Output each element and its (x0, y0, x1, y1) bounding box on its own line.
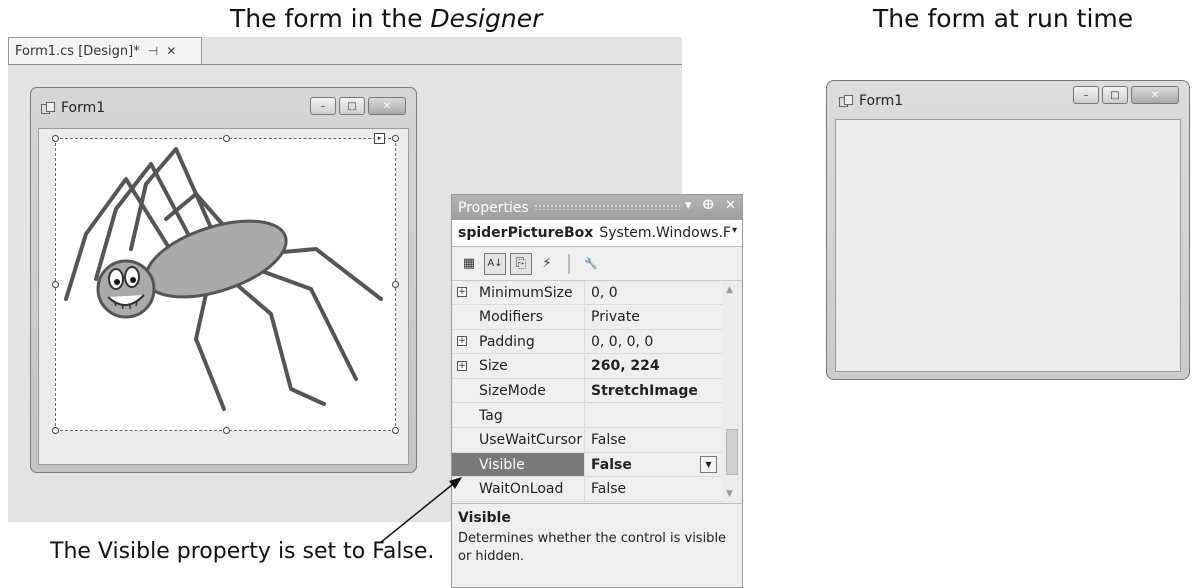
property-value[interactable]: False (585, 429, 722, 452)
title-grip (534, 204, 680, 210)
description-text: Determines whether the control is visibl… (458, 531, 727, 564)
property-row[interactable]: UseWaitCursor False (452, 428, 722, 453)
runtime-caption: The form at run time (873, 4, 1134, 33)
property-grid-scrollbar[interactable]: ▲ ▼ (722, 281, 742, 503)
property-row[interactable]: + Size 260, 224 (452, 354, 722, 379)
object-name: spiderPictureBox (458, 225, 594, 241)
minimize-button[interactable]: – (310, 97, 336, 115)
property-name: UseWaitCursor (452, 428, 585, 452)
properties-title: Properties (458, 199, 529, 216)
minimize-button[interactable]: – (1073, 86, 1099, 104)
object-type: System.Windows.F (599, 225, 731, 241)
maximize-button[interactable]: □ (1102, 86, 1128, 104)
resize-handle[interactable] (52, 135, 59, 142)
pin-icon[interactable]: ⊣ (148, 44, 158, 58)
close-icon[interactable]: ✕ (725, 198, 736, 213)
property-value[interactable]: Private (585, 306, 722, 329)
document-tab-label: Form1.cs [Design]* (15, 43, 140, 59)
runtime-form-title: Form1 (859, 93, 904, 109)
categorized-icon[interactable]: ▦ (458, 253, 480, 275)
runtime-title-bar: Form1 (839, 93, 903, 109)
annotation-caption: The Visible property is set to False. (50, 539, 435, 564)
property-name: Padding (452, 330, 585, 354)
runtime-form-window[interactable]: Form1 – □ ✕ (826, 80, 1190, 380)
property-row[interactable]: Modifiers Private (452, 305, 722, 330)
spider-image (64, 147, 383, 411)
property-name: MinimumSize (452, 281, 585, 304)
scroll-thumb[interactable] (726, 429, 738, 475)
properties-title-buttons: ▾ ⴲ ✕ (685, 198, 736, 213)
property-pages-icon[interactable]: 🔧 (580, 253, 602, 275)
tab-divider (8, 64, 682, 65)
resize-handle[interactable] (223, 135, 230, 142)
caption-buttons: – □ ✕ (310, 97, 406, 115)
property-name: Size (452, 354, 585, 378)
form-icon (41, 102, 55, 114)
property-name: Tag (452, 404, 585, 427)
property-row[interactable]: WaitOnLoad False (452, 477, 722, 502)
resize-handle[interactable] (392, 135, 399, 142)
resize-handle[interactable] (392, 427, 399, 434)
resize-handle[interactable] (223, 427, 230, 434)
alphabetical-icon[interactable]: A↓ (484, 252, 506, 275)
description-pane: Visible Determines whether the control i… (452, 503, 742, 572)
spider-picture-box[interactable]: ▸ (52, 133, 399, 434)
property-value[interactable]: 0, 0, 0, 0 (585, 330, 722, 353)
property-value[interactable]: 260, 224 (585, 355, 722, 378)
property-name: Modifiers (452, 305, 585, 329)
scroll-down-icon[interactable]: ▼ (726, 489, 733, 499)
property-grid: + MinimumSize 0, 0 Modifiers Private + Padding… (452, 281, 742, 503)
resize-handle[interactable] (52, 281, 59, 288)
toolbar-separator (568, 253, 570, 274)
form-icon (839, 95, 853, 107)
events-icon[interactable]: ⚡ (536, 253, 558, 275)
runtime-caption-buttons: – □ ✕ (1073, 86, 1179, 104)
property-name: Visible (452, 453, 585, 477)
form-client-area: ▸ (38, 128, 409, 465)
form-title-bar: Form1 (41, 100, 105, 116)
value-dropdown-button[interactable]: ▼ (700, 456, 717, 474)
dropdown-icon[interactable]: ▾ (685, 198, 692, 213)
close-button[interactable]: ✕ (368, 97, 406, 115)
property-value[interactable] (585, 404, 722, 427)
property-row[interactable]: SizeMode StretchImage (452, 379, 722, 404)
properties-toolbar: ▦ A↓ ⎘ ⚡ 🔧 (452, 247, 742, 281)
property-row[interactable]: + MinimumSize 0, 0 (452, 281, 722, 305)
property-name: WaitOnLoad (452, 477, 585, 501)
runtime-client-area (835, 119, 1181, 372)
close-icon[interactable]: ✕ (166, 44, 176, 58)
property-row[interactable]: Visible False ▼ (452, 453, 722, 478)
properties-window: Properties ▾ ⴲ ✕ spiderPictureBox System… (451, 194, 743, 588)
property-name: SizeMode (452, 379, 585, 403)
property-row[interactable]: Tag (452, 404, 722, 428)
designer-caption: The form in the Designer (230, 4, 543, 33)
description-title: Visible (458, 510, 511, 526)
property-value[interactable]: False (585, 478, 722, 501)
properties-title-bar: Properties ▾ ⴲ ✕ (452, 195, 742, 220)
pin-icon[interactable]: ⴲ (703, 198, 715, 213)
scroll-up-icon[interactable]: ▲ (726, 285, 733, 295)
property-value[interactable]: 0, 0 (585, 281, 722, 304)
property-value[interactable]: StretchImage (585, 379, 722, 402)
document-tab[interactable]: Form1.cs [Design]* ⊣ ✕ (8, 37, 202, 64)
close-button[interactable]: ✕ (1131, 86, 1179, 104)
resize-handle[interactable] (392, 281, 399, 288)
maximize-button[interactable]: □ (339, 97, 365, 115)
smart-tag-icon[interactable]: ▸ (374, 133, 385, 144)
property-row[interactable]: + Padding 0, 0, 0, 0 (452, 330, 722, 355)
resize-handle[interactable] (52, 427, 59, 434)
object-selector[interactable]: spiderPictureBox System.Windows.F ▾ (452, 220, 742, 247)
chevron-down-icon[interactable]: ▾ (732, 225, 737, 236)
designer-form-window[interactable]: Form1 – □ ✕ ▸ (30, 87, 417, 473)
properties-icon[interactable]: ⎘ (510, 252, 532, 275)
form-title: Form1 (61, 100, 106, 116)
